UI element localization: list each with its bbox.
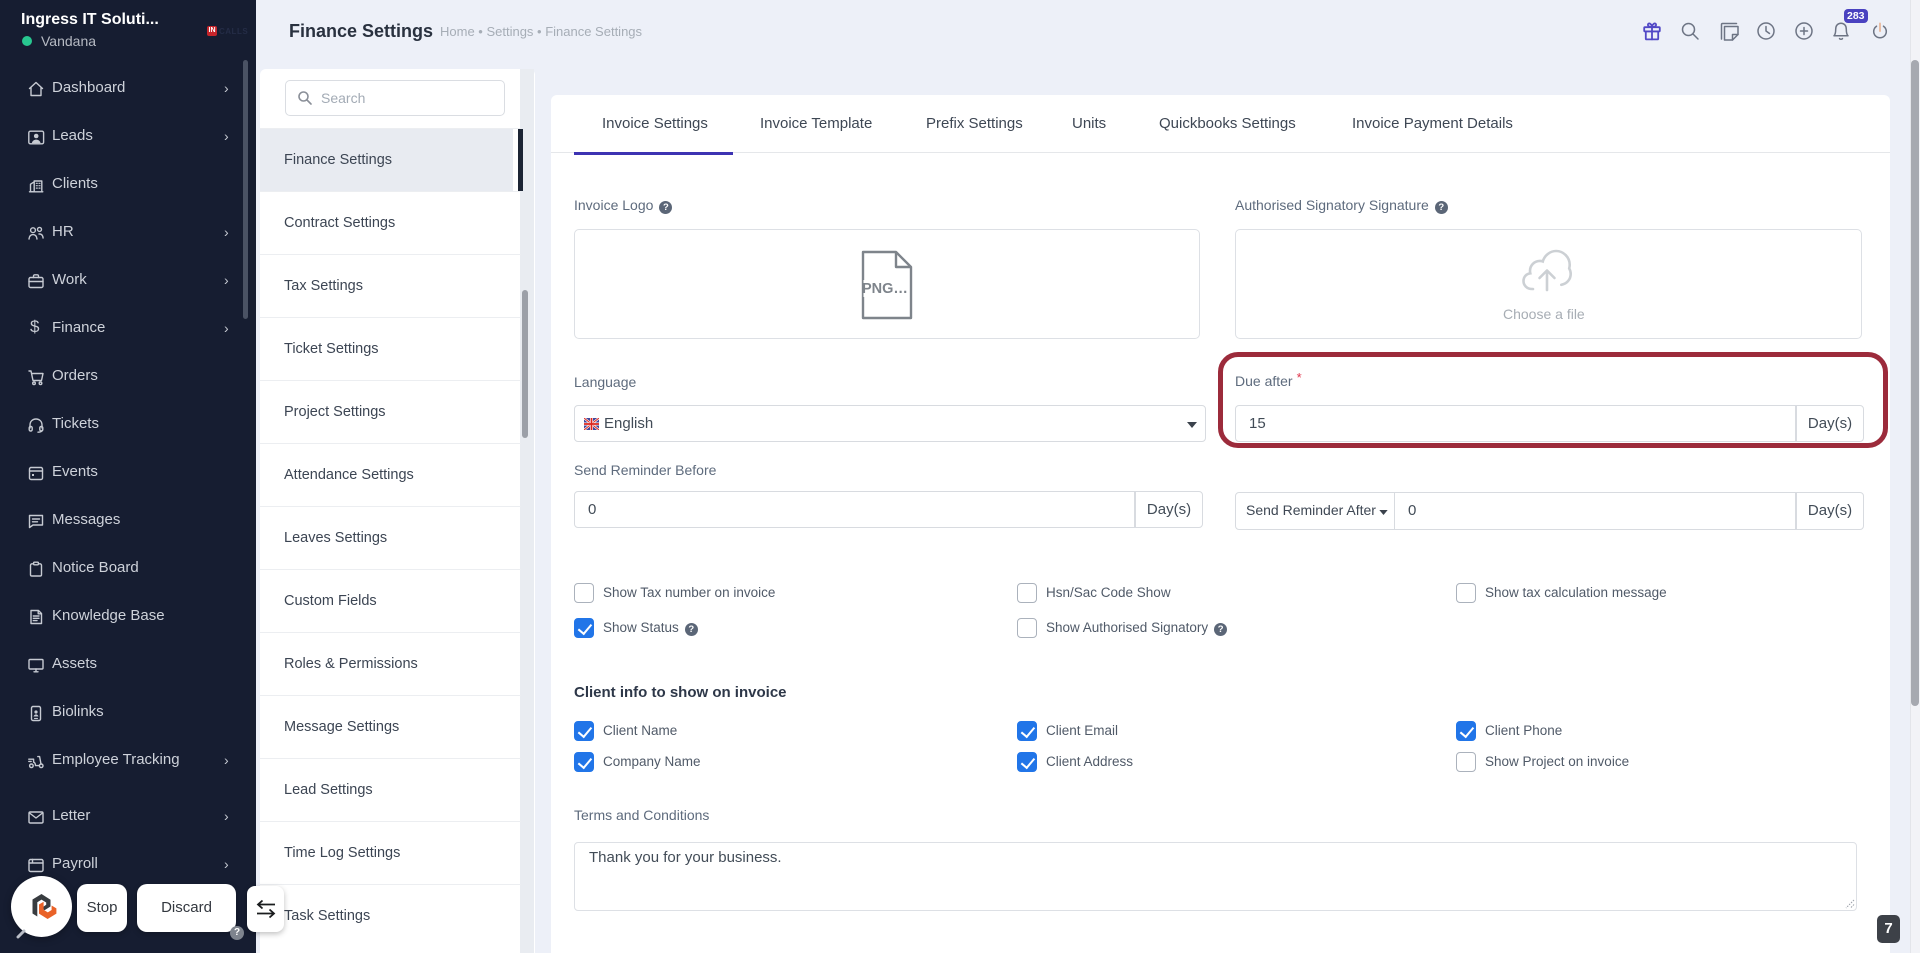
svg-text:PNG…: PNG… [862, 281, 908, 297]
